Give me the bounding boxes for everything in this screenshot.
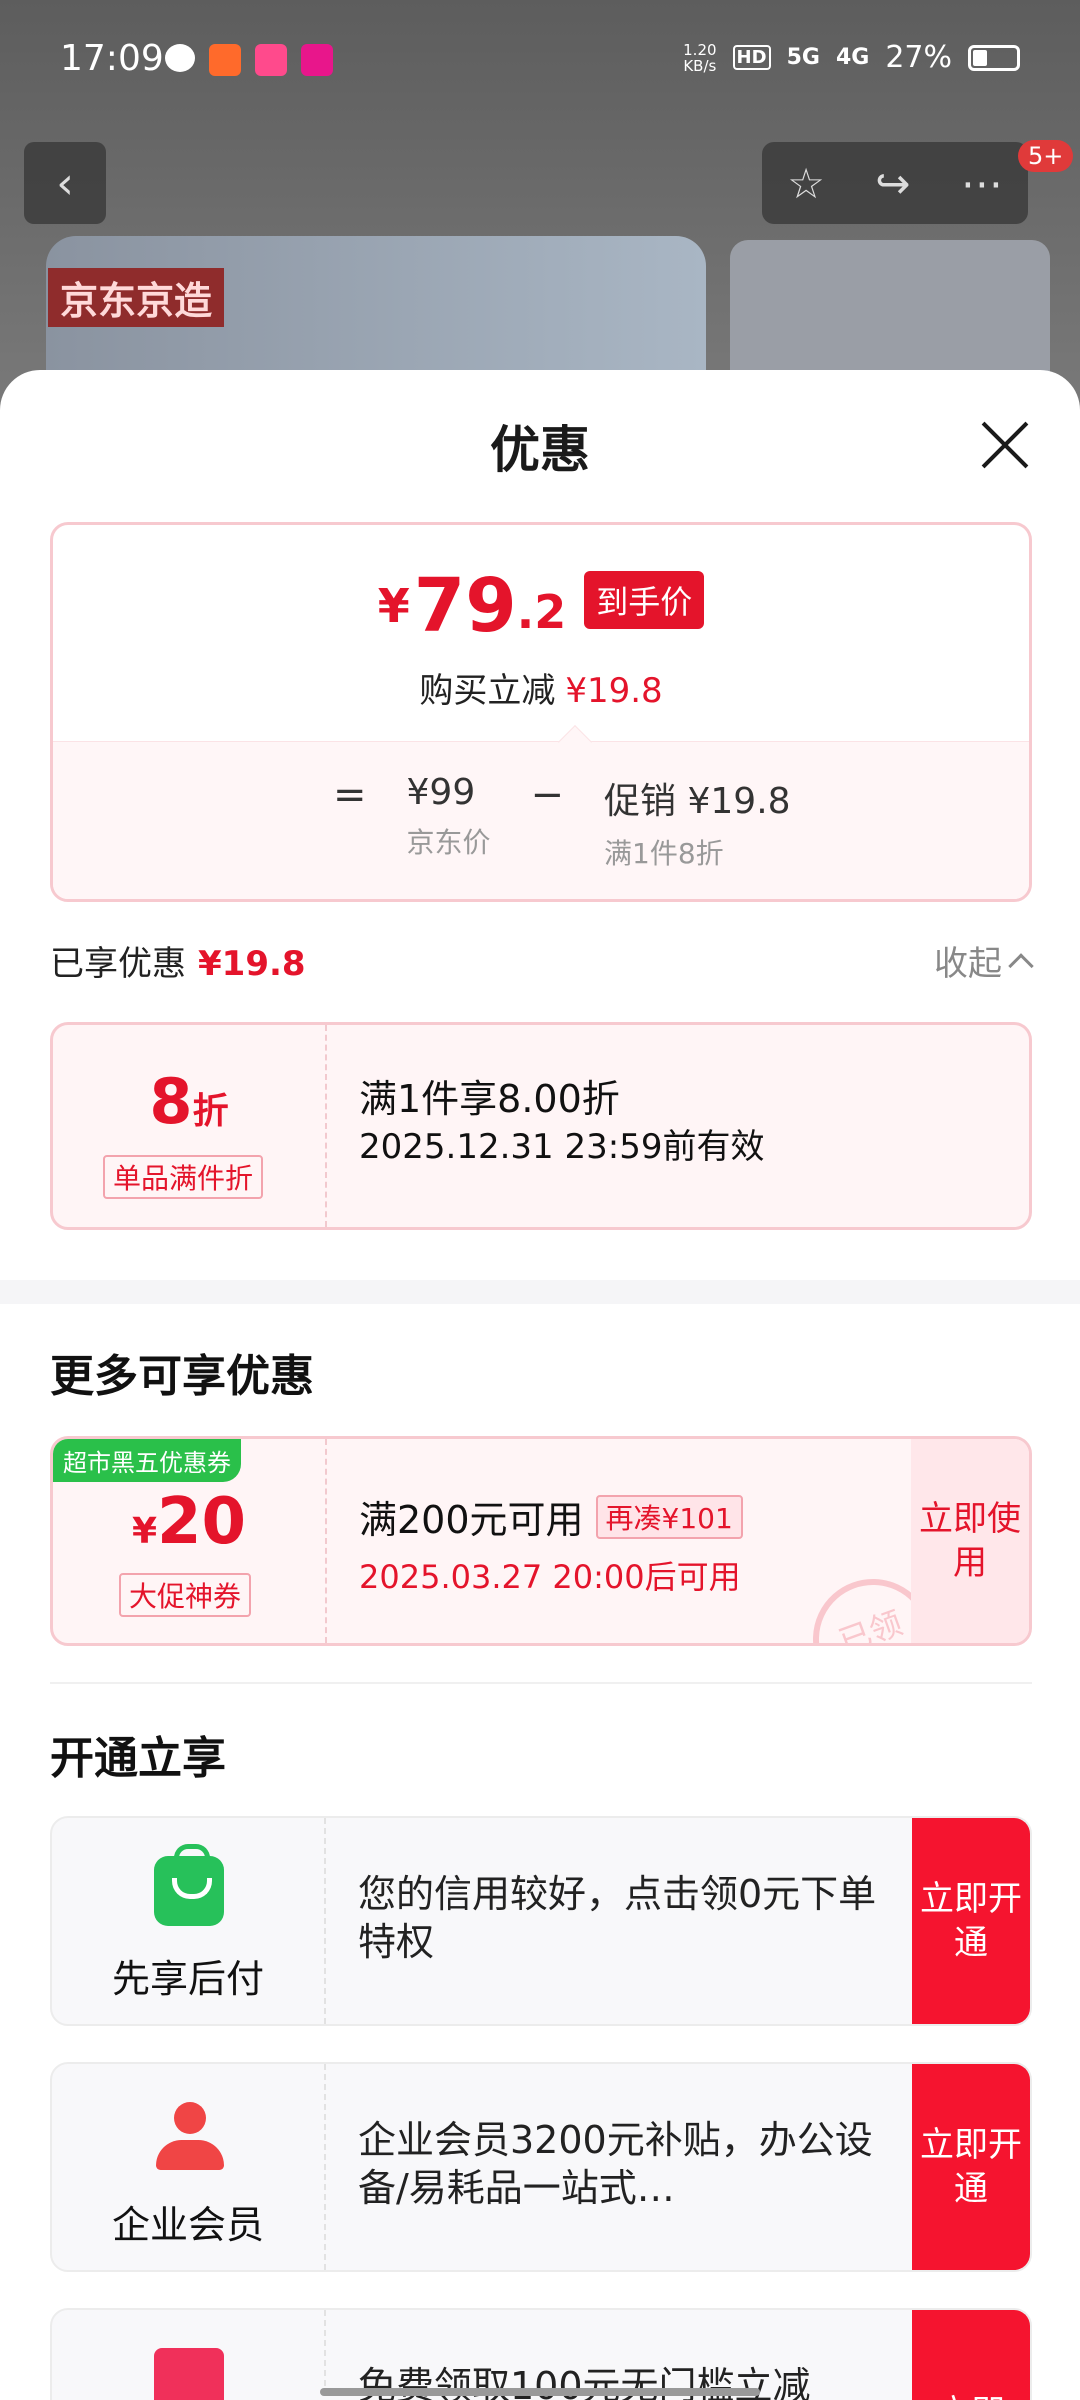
final-price: ¥ 79 .2 到手价	[53, 569, 1029, 643]
price-summary: ¥ 79 .2 到手价 购买立减 ¥19.8	[53, 525, 1029, 741]
card-icon	[154, 2348, 224, 2400]
enjoyed-discount: 已享优惠 ¥19.8	[50, 944, 306, 984]
message-icon	[165, 44, 195, 72]
coupon-type-label: 大促神券	[119, 1573, 252, 1617]
notification-icons	[165, 44, 333, 76]
service-card: 先享后付 您的信用较好，点击领0元下单特权 立即开通	[50, 1816, 1032, 2026]
shopping-bag-icon	[154, 1844, 224, 1926]
app-notification-icon	[301, 44, 333, 76]
service-name: 先享后付	[111, 1957, 264, 2001]
app-notification-icon	[255, 44, 287, 76]
service-card: 企业会员 企业会员3200元补贴，办公设备/易耗品一站式… 立即开通	[50, 2062, 1032, 2272]
more-icon[interactable]: ⋯	[961, 159, 1003, 208]
price-formula: = ¥99 京东价 − 促销 ¥19.8 满1件8折	[333, 772, 791, 870]
base-price-label: 京东价	[406, 826, 491, 859]
chevron-up-icon	[1008, 952, 1034, 979]
base-price: ¥99	[406, 772, 476, 813]
discount-value: 8折	[149, 1065, 229, 1138]
discount-validity: 2025.12.31 23:59前有效	[359, 1127, 765, 1167]
collapse-button[interactable]: 收起	[934, 936, 1034, 985]
nav-actions: ☆ ↪ ⋯	[762, 142, 1028, 224]
service-desc: 企业会员3200元补贴，办公设备/易耗品一站式…	[358, 2118, 873, 2210]
coupon-tag: 超市黑五优惠券	[53, 1439, 241, 1482]
coupon-time: 2025.03.27 20:00后可用	[359, 1558, 741, 1596]
message-badge: 5+	[1018, 140, 1074, 172]
promo-label: 满1件8折	[604, 837, 724, 870]
reduce-line: 购买立减 ¥19.8	[419, 671, 663, 711]
coupon-condition: 满200元可用	[359, 1498, 584, 1542]
coupon-need-badge: 再凑¥101	[595, 1494, 743, 1539]
open-service-button[interactable]: 立即开通	[912, 1818, 1030, 2024]
status-time: 17:09	[60, 38, 164, 79]
service-card: 免费领取100元无门槛立减 立即	[50, 2308, 1032, 2400]
app-notification-icon	[209, 44, 241, 76]
chevron-left-icon: ‹	[56, 157, 74, 209]
home-indicator[interactable]	[320, 2388, 760, 2396]
promo-amount: 促销 ¥19.8	[604, 781, 791, 822]
open-service-button[interactable]: 立即开通	[912, 2064, 1030, 2270]
sheet-title: 优惠	[490, 421, 590, 479]
discount-sheet: 优惠 ¥ 79 .2 到手价 购买立减 ¥19.8 = ¥99 京东价 − 促销…	[0, 370, 1080, 2400]
status-bar: 17:09 1.20 KB/s HD 5G 4G 27%	[0, 0, 1080, 125]
battery-percent: 27%	[885, 40, 952, 75]
back-button[interactable]: ‹	[24, 142, 106, 224]
coupon-card: ¥20 大促神券 超市黑五优惠券 满200元可用 再凑¥101 2025.03.…	[50, 1436, 1032, 1646]
hd-icon: HD	[732, 45, 771, 70]
battery-icon	[968, 44, 1020, 71]
signal-5g-icon: 5G	[786, 45, 820, 70]
status-right: 1.20 KB/s HD 5G 4G 27%	[683, 40, 1020, 75]
price-breakdown: = ¥99 京东价 − 促销 ¥19.8 满1件8折	[53, 741, 1029, 899]
price-card: ¥ 79 .2 到手价 购买立减 ¥19.8 = ¥99 京东价 − 促销 ¥19…	[50, 522, 1032, 902]
net-speed: 1.20 KB/s	[683, 40, 717, 75]
signal-4g-icon: 4G	[835, 45, 870, 70]
open-service-button[interactable]: 立即	[912, 2310, 1030, 2400]
star-icon[interactable]: ☆	[787, 159, 825, 208]
share-icon[interactable]: ↪	[875, 159, 910, 208]
discount-type-label: 单品满件折	[103, 1155, 264, 1199]
brand-logo: 京东京造	[48, 268, 225, 327]
final-price-tag: 到手价	[584, 571, 705, 629]
coupon-amount: ¥20	[131, 1485, 247, 1559]
more-discounts-title: 更多可享优惠	[50, 1351, 314, 1402]
use-coupon-button[interactable]: 立即使用	[911, 1439, 1029, 1643]
open-benefits-title: 开通立享	[50, 1733, 226, 1784]
discount-title: 满1件享8.00折	[359, 1077, 620, 1121]
discount-card: 8折 单品满件折 满1件享8.00折 2025.12.31 23:59前有效	[50, 1022, 1032, 1230]
service-name: 企业会员	[111, 2203, 264, 2247]
close-icon[interactable]	[980, 420, 1030, 470]
service-desc: 您的信用较好，点击领0元下单特权	[358, 1872, 877, 1964]
section-divider	[0, 1280, 1080, 1304]
person-icon	[154, 2102, 224, 2172]
